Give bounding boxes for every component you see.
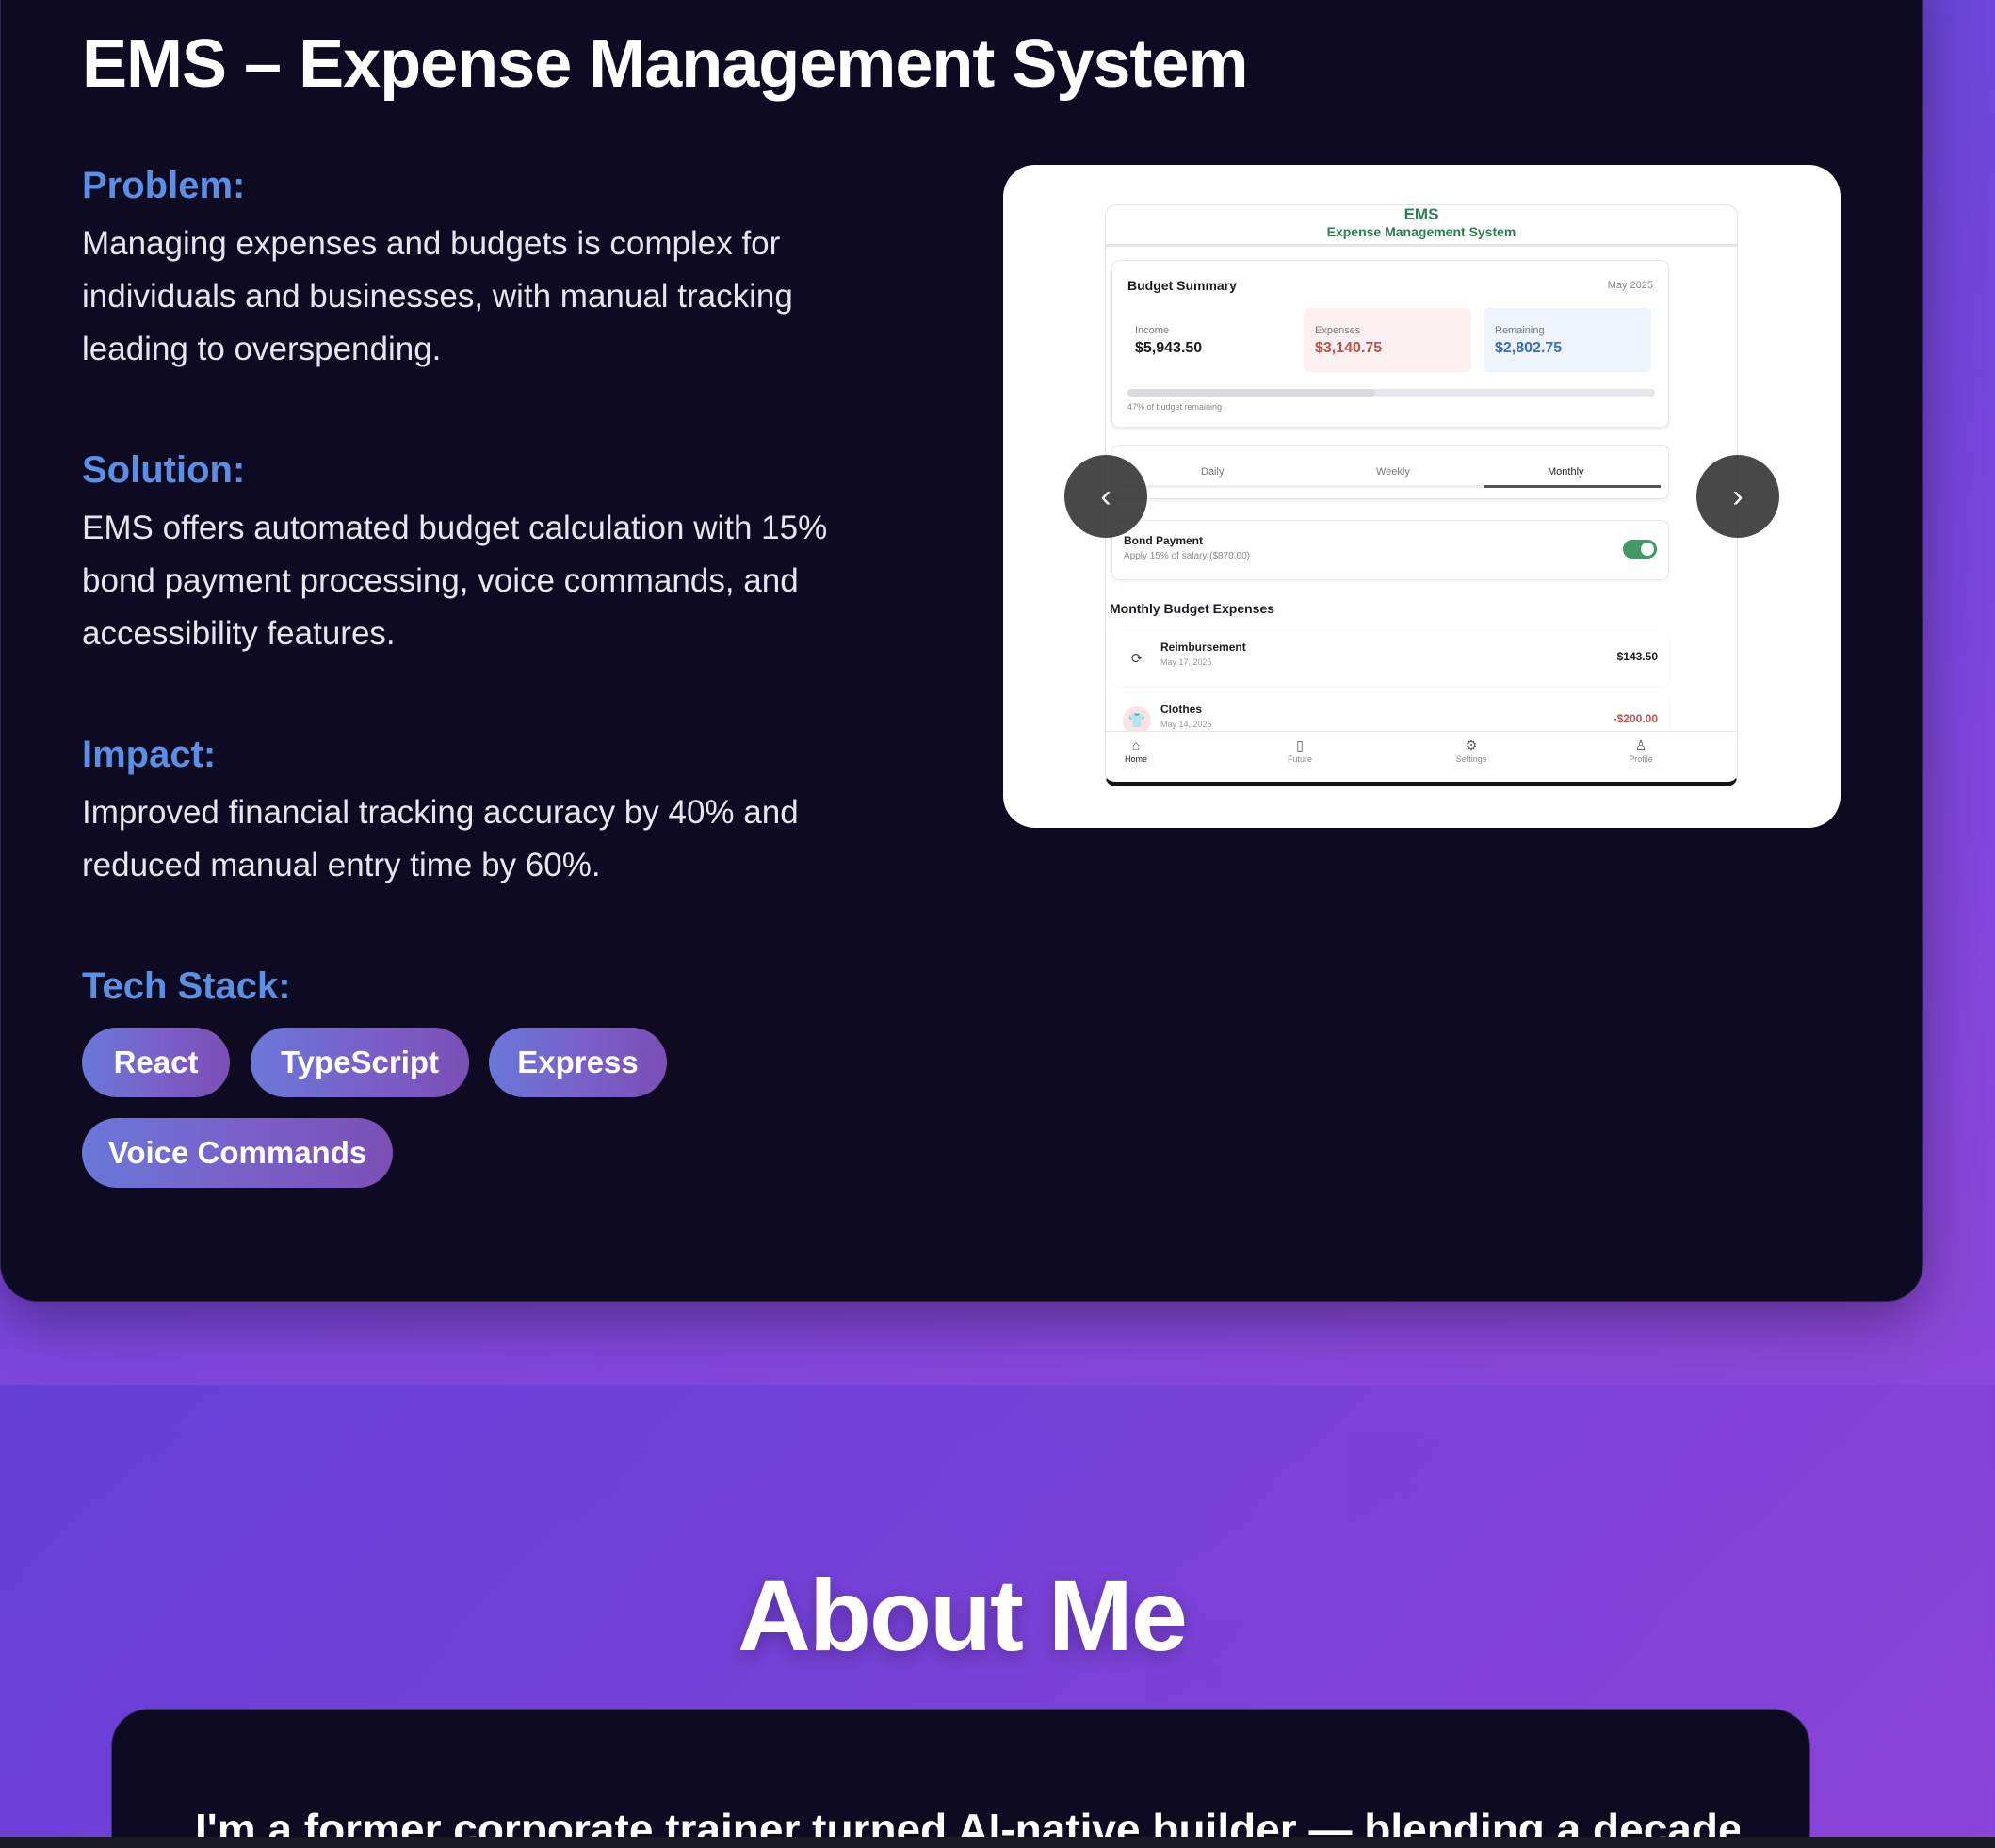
user-icon: ♙ [1634,738,1647,753]
bond-title: Bond Payment [1124,534,1204,547]
nav-future-label: Future [1287,754,1312,764]
budget-month: May 2025 [1607,280,1653,291]
budget-note: 47% of budget remaining [1127,402,1223,412]
expense-name: Clothes [1160,703,1203,716]
app-bottom-nav: ⌂ Home ▯ Future ⚙ Settings ♙ Profile [1106,731,1737,782]
nav-home-label: Home [1124,754,1147,764]
problem-heading: Problem: [82,165,246,206]
carousel-next-button[interactable]: › [1696,455,1779,538]
app-name: EMS [1403,205,1439,223]
refresh-icon: ⟳ [1130,651,1143,667]
expense-amount: $143.50 [1616,650,1658,663]
carousel-prev-button[interactable]: ‹ [1064,455,1147,538]
tab-monthly[interactable]: Monthly [1548,466,1584,478]
app-header: EMS Expense Management System [1106,205,1737,247]
tech-tag-typescript: TypeScript [251,1028,469,1097]
bond-toggle[interactable] [1623,540,1657,559]
nav-home[interactable]: ⌂ Home [1106,738,1174,764]
budget-summary-title: Budget Summary [1127,278,1237,293]
problem-text: Managing expenses and budgets is complex… [82,225,793,367]
solution-text: EMS offers automated budget calculation … [82,510,828,652]
tech-stack-heading: Tech Stack: [82,965,291,1007]
expense-date: May 17, 2025 [1160,657,1212,667]
app-screenshot: EMS Expense Management System Budget Sum… [1105,204,1738,786]
about-me-title: About Me [738,1558,1188,1672]
remaining-stat: Remaining $2,802.75 [1484,308,1651,372]
budget-progress-fill [1127,389,1376,397]
budget-progress-bar [1127,389,1655,397]
income-stat: Income $5,943.50 [1124,308,1291,372]
expense-row[interactable]: ⟳ Reimbursement May 17, 2025 $143.50 [1111,631,1669,686]
tech-tag-react: React [82,1028,230,1097]
nav-future[interactable]: ▯ Future [1262,738,1338,764]
tab-active-indicator [1484,485,1661,488]
tech-tag-express: Express [489,1028,667,1097]
expense-amount: -$200.00 [1613,712,1658,725]
budget-summary-card: Budget Summary May 2025 Income $5,943.50… [1111,260,1669,428]
nav-profile-label: Profile [1629,754,1653,764]
expenses-stat: Expenses $3,140.75 [1304,308,1471,372]
project-card: EMS – Expense Management System Problem:… [0,0,1923,1302]
income-value: $5,943.50 [1135,340,1203,356]
calendar-icon: ▯ [1296,738,1304,753]
expenses-label: Expenses [1315,325,1361,336]
tech-tag-voice-commands: Voice Commands [82,1118,393,1188]
remaining-label: Remaining [1495,325,1545,336]
expense-name: Reimbursement [1160,640,1246,654]
bond-payment-card: Bond Payment Apply 15% of salary ($870.0… [1111,520,1669,580]
impact-text: Improved financial tracking accuracy by … [82,794,799,883]
gear-icon: ⚙ [1465,738,1478,753]
solution-heading: Solution: [82,449,246,491]
nav-profile[interactable]: ♙ Profile [1603,738,1679,764]
bond-subtitle: Apply 15% of salary ($870.00) [1124,551,1250,561]
impact-heading: Impact: [82,734,217,775]
expense-date: May 14, 2025 [1160,720,1212,729]
monthly-expenses-heading: Monthly Budget Expenses [1110,601,1275,616]
tab-daily[interactable]: Daily [1201,466,1224,478]
app-subtitle: Expense Management System [1326,224,1517,239]
tab-weekly[interactable]: Weekly [1376,466,1410,478]
project-title: EMS – Expense Management System [82,26,1248,102]
bottom-edge [0,1837,1995,1848]
home-icon: ⌂ [1131,738,1141,753]
period-tabs: Daily Weekly Monthly [1111,445,1669,499]
income-label: Income [1135,325,1170,336]
about-card: I'm a former corporate trainer turned AI… [111,1709,1810,1848]
remaining-value: $2,802.75 [1495,340,1563,356]
nav-settings-label: Settings [1455,754,1487,764]
nav-settings[interactable]: ⚙ Settings [1434,738,1509,764]
screenshot-carousel: EMS Expense Management System Budget Sum… [1003,165,1841,828]
expenses-value: $3,140.75 [1315,340,1383,356]
